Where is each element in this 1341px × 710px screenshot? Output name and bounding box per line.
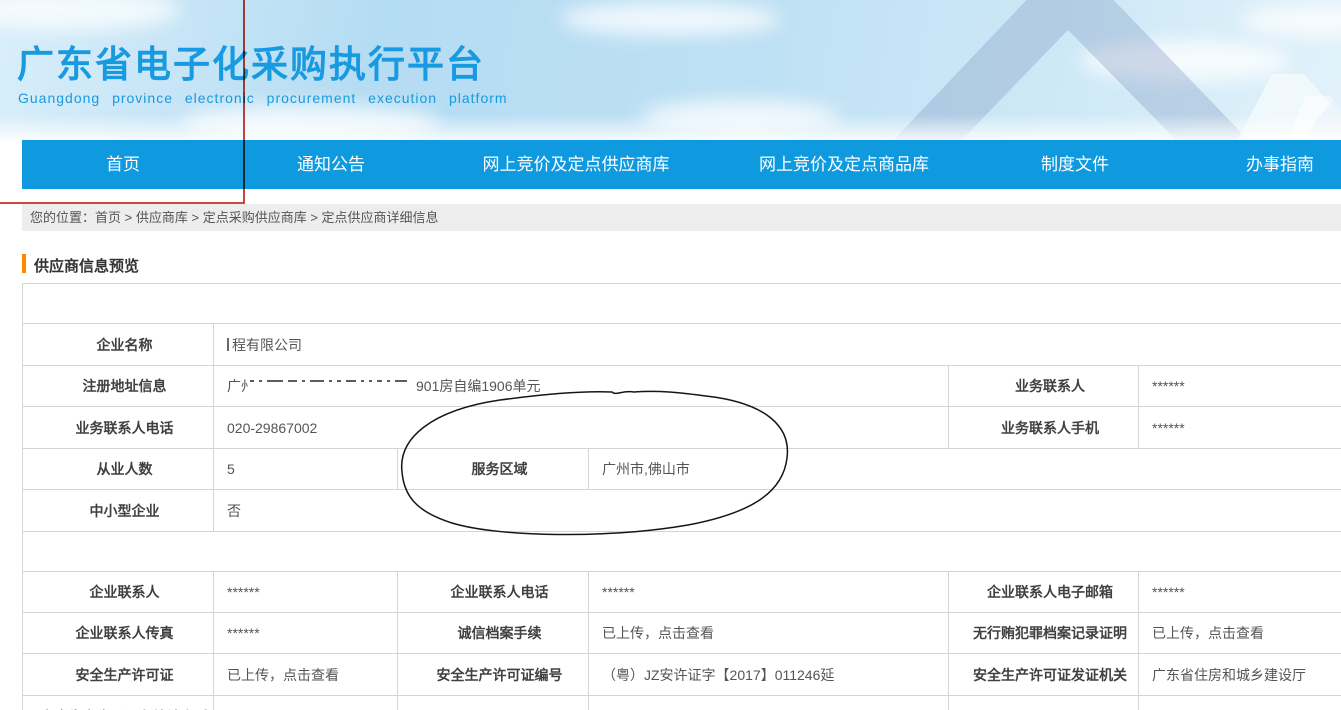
page-title: 供应商信息预览 bbox=[34, 255, 139, 276]
value-service-region: 广州市,佛山市 bbox=[589, 449, 1341, 490]
nav-item-guide[interactable]: 办事指南 bbox=[1246, 140, 1314, 189]
label-safety-license-no: 安全生产许可证编号 bbox=[398, 654, 589, 696]
value-contact: ****** bbox=[214, 572, 398, 613]
value-sme: 否 bbox=[214, 490, 1341, 532]
breadcrumb-separator: > bbox=[307, 210, 322, 225]
label-service-region: 服务区域 bbox=[398, 449, 589, 490]
label-company-name: 企业名称 bbox=[23, 324, 214, 366]
value-business-mobile: ****** bbox=[1139, 407, 1341, 449]
redaction-remnant bbox=[227, 338, 229, 351]
value-safety-license-issuer: 广东省住房和城乡建设厅 bbox=[1139, 654, 1341, 696]
main-nav: 首页 通知公告 网上竞价及定点供应商库 网上竞价及定点商品库 制度文件 办事指南 bbox=[22, 140, 1341, 189]
label-empty bbox=[398, 696, 589, 710]
table-row: 企业名称 程有限公司 bbox=[23, 324, 1341, 366]
table-row: 企业联系人 ****** 企业联系人电话 ****** 企业联系人电子邮箱 **… bbox=[23, 572, 1341, 613]
value-business-phone: 020-29867002 bbox=[214, 407, 949, 449]
label-contact-fax: 企业联系人传真 bbox=[23, 613, 214, 654]
table-row: 业务联系人电话 020-29867002 业务联系人手机 ****** bbox=[23, 407, 1341, 449]
value-contact-fax: ****** bbox=[214, 613, 398, 654]
nav-item-supplier-library[interactable]: 网上竞价及定点供应商库 bbox=[483, 140, 670, 189]
value-business-contact: ****** bbox=[1139, 366, 1341, 407]
table-header-basic-info: 企业基本信息 bbox=[23, 284, 1341, 324]
label-safety-license-end-date: 安全生产许可证有效结束时 bbox=[23, 696, 214, 710]
value-safety-license-end-date bbox=[214, 696, 398, 710]
breadcrumb-separator: > bbox=[121, 210, 136, 225]
address-suffix: 901房自编1906单元 bbox=[416, 378, 541, 394]
label-safety-license-issuer: 安全生产许可证发证机关 bbox=[949, 654, 1139, 696]
label-contact: 企业联系人 bbox=[23, 572, 214, 613]
table-row: 安全生产许可证有效结束时 bbox=[23, 696, 1341, 710]
nav-item-home[interactable]: 首页 bbox=[106, 140, 140, 189]
label-credit-file: 诚信档案手续 bbox=[398, 613, 589, 654]
supplier-info-table: 企业基本信息 企业名称 程有限公司 注册地址信息 广州 901房自编1906单元 … bbox=[22, 283, 1341, 710]
address-prefix: 广 bbox=[227, 378, 241, 394]
value-safety-license-no: （粤）JZ安许证字【2017】011246延 bbox=[589, 654, 949, 696]
page: 广东省电子化采购执行平台 Guangdong province electron… bbox=[0, 0, 1341, 710]
table-header-pro-info: 装修、修缮工程专业信息 bbox=[23, 532, 1341, 572]
redacted-text-fragments bbox=[250, 378, 412, 394]
label-empty bbox=[949, 696, 1139, 710]
site-banner: 广东省电子化采购执行平台 Guangdong province electron… bbox=[0, 0, 1341, 140]
breadcrumb-link-home[interactable]: 首页 bbox=[95, 210, 121, 225]
value-staff-count: 5 bbox=[214, 449, 398, 490]
nav-item-product-library[interactable]: 网上竞价及定点商品库 bbox=[759, 140, 929, 189]
site-subtitle: Guangdong province electronic procuremen… bbox=[18, 90, 508, 106]
breadcrumb-link-supplier-lib[interactable]: 供应商库 bbox=[136, 210, 188, 225]
table-row: 安全生产许可证 已上传，点击查看 安全生产许可证编号 （粤）JZ安许证字【201… bbox=[23, 654, 1341, 696]
label-registered-address: 注册地址信息 bbox=[23, 366, 214, 407]
label-safety-license: 安全生产许可证 bbox=[23, 654, 214, 696]
breadcrumb-separator: > bbox=[188, 210, 203, 225]
breadcrumb-link-fixed-point-lib[interactable]: 定点采购供应商库 bbox=[203, 210, 307, 225]
label-contact-email: 企业联系人电子邮箱 bbox=[949, 572, 1139, 613]
breadcrumb-prefix: 您的位置： bbox=[30, 210, 95, 225]
value-safety-license-view-link[interactable]: 已上传，点击查看 bbox=[214, 654, 398, 696]
label-business-phone: 业务联系人电话 bbox=[23, 407, 214, 449]
breadcrumb: 您的位置：首页 > 供应商库 > 定点采购供应商库 > 定点供应商详细信息 bbox=[22, 204, 1341, 231]
value-contact-phone: ****** bbox=[589, 572, 949, 613]
nav-item-notices[interactable]: 通知公告 bbox=[297, 140, 365, 189]
table-row: 注册地址信息 广州 901房自编1906单元 业务联系人 ****** bbox=[23, 366, 1341, 407]
value-empty bbox=[1139, 696, 1341, 710]
breadcrumb-current: 定点供应商详细信息 bbox=[322, 210, 439, 225]
table-row: 从业人数 5 服务区域 广州市,佛山市 bbox=[23, 449, 1341, 490]
value-no-bribery-view-link[interactable]: 已上传，点击查看 bbox=[1139, 613, 1341, 654]
table-row: 企业联系人传真 ****** 诚信档案手续 已上传，点击查看 无行贿犯罪档案记录… bbox=[23, 613, 1341, 654]
table-row: 中小型企业 否 bbox=[23, 490, 1341, 532]
company-name-text: 程有限公司 bbox=[232, 337, 302, 353]
label-no-bribery-record: 无行贿犯罪档案记录证明 bbox=[949, 613, 1139, 654]
value-company-name: 程有限公司 bbox=[214, 324, 1341, 366]
value-credit-file-view-link[interactable]: 已上传，点击查看 bbox=[589, 613, 949, 654]
redaction-remnant: 州 bbox=[241, 376, 248, 396]
nav-item-policy-files[interactable]: 制度文件 bbox=[1041, 140, 1109, 189]
value-contact-email: ****** bbox=[1139, 572, 1341, 613]
label-contact-phone: 企业联系人电话 bbox=[398, 572, 589, 613]
value-registered-address: 广州 901房自编1906单元 bbox=[214, 366, 949, 407]
label-business-contact: 业务联系人 bbox=[949, 366, 1139, 407]
label-staff-count: 从业人数 bbox=[23, 449, 214, 490]
site-title: 广东省电子化采购执行平台 bbox=[17, 34, 485, 88]
label-sme: 中小型企业 bbox=[23, 490, 214, 532]
section-accent-bar bbox=[22, 254, 26, 273]
label-business-mobile: 业务联系人手机 bbox=[949, 407, 1139, 449]
value-empty bbox=[589, 696, 949, 710]
